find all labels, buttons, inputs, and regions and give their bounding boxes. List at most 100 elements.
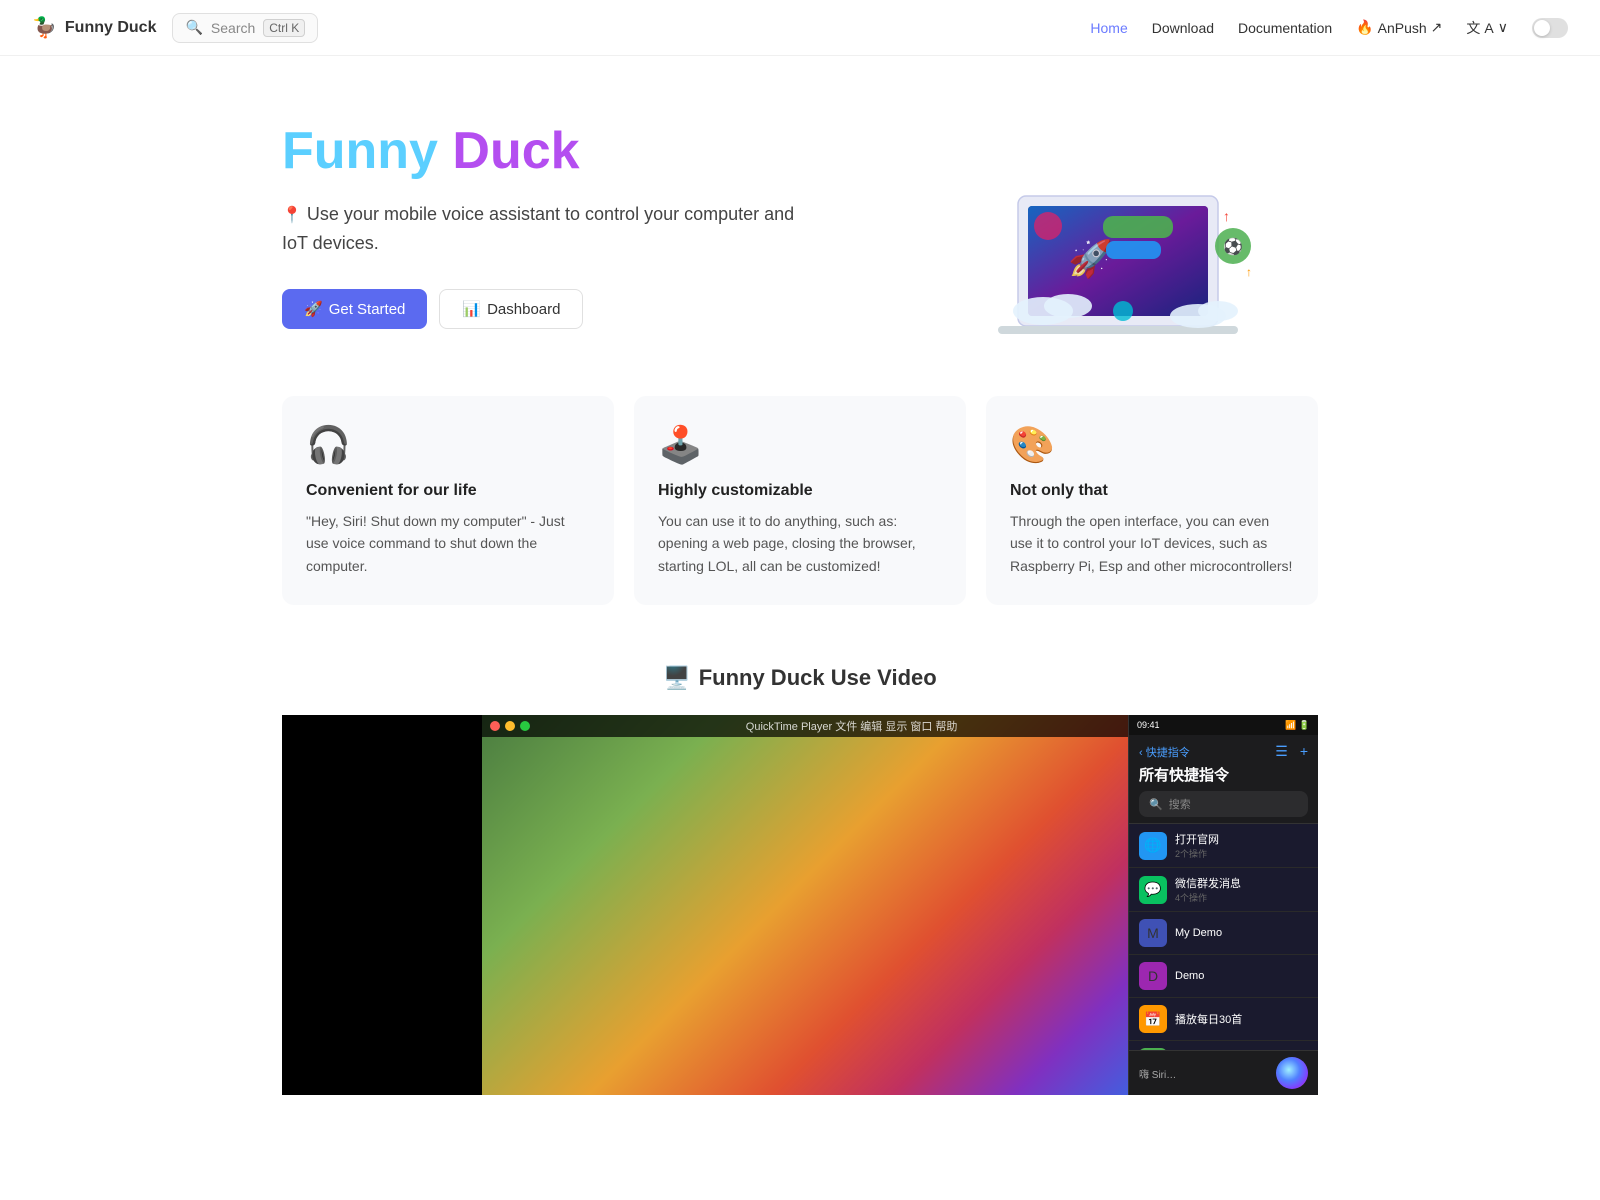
dashboard-label: Dashboard bbox=[487, 301, 560, 318]
get-started-label: Get Started bbox=[329, 301, 406, 318]
phone-list-item[interactable]: 🌐 打开官网 2个操作 bbox=[1129, 824, 1318, 868]
svg-text:↑: ↑ bbox=[1246, 265, 1252, 279]
features-section: 🎧 Convenient for our life "Hey, Siri! Sh… bbox=[250, 376, 1350, 645]
phone-header: ‹ 快捷指令 ☰ + 所有快捷指令 🔍 搜索 bbox=[1129, 735, 1318, 824]
phone-siri: 嗨 Siri… bbox=[1139, 1057, 1308, 1089]
navbar-right: Home Download Documentation 🔥 AnPush ↗ 文… bbox=[1090, 18, 1568, 38]
navbar-left: 🦆 Funny Duck 🔍 Search Ctrl K bbox=[32, 13, 318, 43]
search-label: Search bbox=[211, 20, 255, 36]
phone-item-icon: M bbox=[1139, 919, 1167, 947]
phone-item-name: 打开官网 bbox=[1175, 831, 1308, 847]
feature-icon-2: 🎨 bbox=[1010, 424, 1294, 466]
phone-nav: ‹ 快捷指令 ☰ + bbox=[1139, 743, 1308, 760]
get-started-icon: 🚀 bbox=[304, 300, 323, 318]
anpush-external-icon: ↗ bbox=[1431, 19, 1443, 36]
feature-card-0: 🎧 Convenient for our life "Hey, Siri! Sh… bbox=[282, 396, 614, 605]
phone-list-item[interactable]: M My Demo bbox=[1129, 912, 1318, 955]
video-title: 🖥️ Funny Duck Use Video bbox=[282, 665, 1318, 691]
svg-text:🚀: 🚀 bbox=[1068, 238, 1113, 279]
search-shortcut: Ctrl K bbox=[263, 19, 305, 37]
phone-item-icon: 🌐 bbox=[1139, 832, 1167, 860]
lang-icon: 文 bbox=[1466, 18, 1480, 38]
hero-illustration-container: 🚀 ⚽ ↑ ↑ bbox=[938, 116, 1318, 336]
phone-item-text: 播放每日30首 bbox=[1175, 1011, 1308, 1027]
phone-list-item[interactable]: 💬 微信群发消息 4个操作 bbox=[1129, 868, 1318, 912]
feature-icon-1: 🕹️ bbox=[658, 424, 942, 466]
hero-content: Funny Duck 📍 Use your mobile voice assis… bbox=[282, 123, 822, 330]
nav-documentation[interactable]: Documentation bbox=[1238, 20, 1332, 36]
feature-card-1: 🕹️ Highly customizable You can use it to… bbox=[634, 396, 966, 605]
phone-search-label: 搜索 bbox=[1169, 796, 1191, 812]
mac-maximize-dot bbox=[520, 721, 530, 731]
phone-bottom-bar: 嗨 Siri… bbox=[1129, 1050, 1318, 1095]
mac-window-controls bbox=[490, 721, 530, 731]
nav-download[interactable]: Download bbox=[1152, 20, 1214, 36]
dashboard-icon: 📊 bbox=[462, 300, 481, 318]
nav-home[interactable]: Home bbox=[1090, 20, 1127, 36]
lang-label: A bbox=[1484, 20, 1493, 36]
feature-title-2: Not only that bbox=[1010, 482, 1294, 500]
hero-illustration: 🚀 ⚽ ↑ ↑ bbox=[958, 116, 1298, 336]
theme-toggle[interactable] bbox=[1532, 18, 1568, 38]
mac-minimize-dot bbox=[505, 721, 515, 731]
video-black-left bbox=[282, 715, 482, 1095]
hero-subtitle: 📍 Use your mobile voice assistant to con… bbox=[282, 200, 822, 258]
phone-time: 09:41 bbox=[1137, 720, 1160, 730]
mac-close-dot bbox=[490, 721, 500, 731]
hero-subtitle-text: Use your mobile voice assistant to contr… bbox=[282, 204, 794, 253]
phone-item-icon: 📅 bbox=[1139, 1005, 1167, 1033]
feature-title-1: Highly customizable bbox=[658, 482, 942, 500]
phone-item-name: 微信群发消息 bbox=[1175, 875, 1308, 891]
feature-card-2: 🎨 Not only that Through the open interfa… bbox=[986, 396, 1318, 605]
phone-list-item[interactable]: D Demo bbox=[1129, 955, 1318, 998]
phone-list-icon[interactable]: ☰ bbox=[1275, 743, 1288, 760]
hero-section: Funny Duck 📍 Use your mobile voice assis… bbox=[250, 56, 1350, 376]
brand-icon: 🦆 bbox=[32, 15, 57, 40]
brand[interactable]: 🦆 Funny Duck bbox=[32, 15, 156, 40]
brand-name: Funny Duck bbox=[65, 19, 157, 37]
theme-toggle-knob bbox=[1534, 20, 1550, 36]
phone-nav-actions: ☰ + bbox=[1275, 743, 1308, 760]
phone-item-icon: D bbox=[1139, 962, 1167, 990]
hero-subtitle-emoji: 📍 bbox=[282, 207, 302, 224]
phone-item-text: 微信群发消息 4个操作 bbox=[1175, 875, 1308, 904]
phone-add-icon[interactable]: + bbox=[1300, 743, 1308, 760]
dashboard-button[interactable]: 📊 Dashboard bbox=[439, 289, 583, 329]
phone-siri-text: 嗨 Siri… bbox=[1139, 1066, 1176, 1081]
hero-title-duck: Duck bbox=[438, 122, 580, 180]
phone-search[interactable]: 🔍 搜索 bbox=[1139, 791, 1308, 817]
feature-icon-0: 🎧 bbox=[306, 424, 590, 466]
hero-buttons: 🚀 Get Started 📊 Dashboard bbox=[282, 289, 822, 329]
phone-back-button[interactable]: ‹ 快捷指令 bbox=[1139, 744, 1190, 760]
phone-item-text: 打开官网 2个操作 bbox=[1175, 831, 1308, 860]
phone-status-icons: 📶 🔋 bbox=[1285, 720, 1310, 731]
video-container[interactable]: QuickTime Player 文件 编辑 显示 窗口 帮助 🔋 19% ▸ … bbox=[282, 715, 1318, 1095]
video-section: 🖥️ Funny Duck Use Video QuickTime Player… bbox=[250, 645, 1350, 1095]
video-title-text: Funny Duck Use Video bbox=[699, 665, 937, 691]
phone-item-sub: 4个操作 bbox=[1175, 891, 1308, 904]
phone-status-bar: 09:41 📶 🔋 bbox=[1129, 715, 1318, 735]
feature-title-0: Convenient for our life bbox=[306, 482, 590, 500]
phone-item-name: My Demo bbox=[1175, 927, 1308, 939]
feature-desc-1: You can use it to do anything, such as: … bbox=[658, 510, 942, 577]
phone-search-icon: 🔍 bbox=[1149, 798, 1163, 811]
video-phone-overlay: 09:41 📶 🔋 ‹ 快捷指令 ☰ + 所有快捷指令 bbox=[1128, 715, 1318, 1095]
anpush-label: AnPush bbox=[1378, 20, 1427, 36]
nav-anpush[interactable]: 🔥 AnPush ↗ bbox=[1356, 19, 1442, 36]
phone-list-item[interactable]: 📅 播放每日30首 bbox=[1129, 998, 1318, 1041]
get-started-button[interactable]: 🚀 Get Started bbox=[282, 289, 427, 329]
phone-item-text: Demo bbox=[1175, 970, 1308, 982]
navbar: 🦆 Funny Duck 🔍 Search Ctrl K Home Downlo… bbox=[0, 0, 1600, 56]
video-inner: QuickTime Player 文件 编辑 显示 窗口 帮助 🔋 19% ▸ … bbox=[282, 715, 1318, 1095]
feature-desc-0: "Hey, Siri! Shut down my computer" - Jus… bbox=[306, 510, 590, 577]
nav-language[interactable]: 文 A ∨ bbox=[1466, 18, 1508, 38]
anpush-icon: 🔥 bbox=[1356, 19, 1373, 36]
phone-item-name: 播放每日30首 bbox=[1175, 1011, 1308, 1027]
search-icon: 🔍 bbox=[185, 19, 202, 36]
search-box[interactable]: 🔍 Search Ctrl K bbox=[172, 13, 318, 43]
svg-text:⚽: ⚽ bbox=[1222, 237, 1243, 256]
phone-section-title: 所有快捷指令 bbox=[1139, 764, 1308, 785]
phone-siri-ball bbox=[1276, 1057, 1308, 1089]
feature-desc-2: Through the open interface, you can even… bbox=[1010, 510, 1294, 577]
svg-text:↑: ↑ bbox=[1223, 208, 1230, 224]
